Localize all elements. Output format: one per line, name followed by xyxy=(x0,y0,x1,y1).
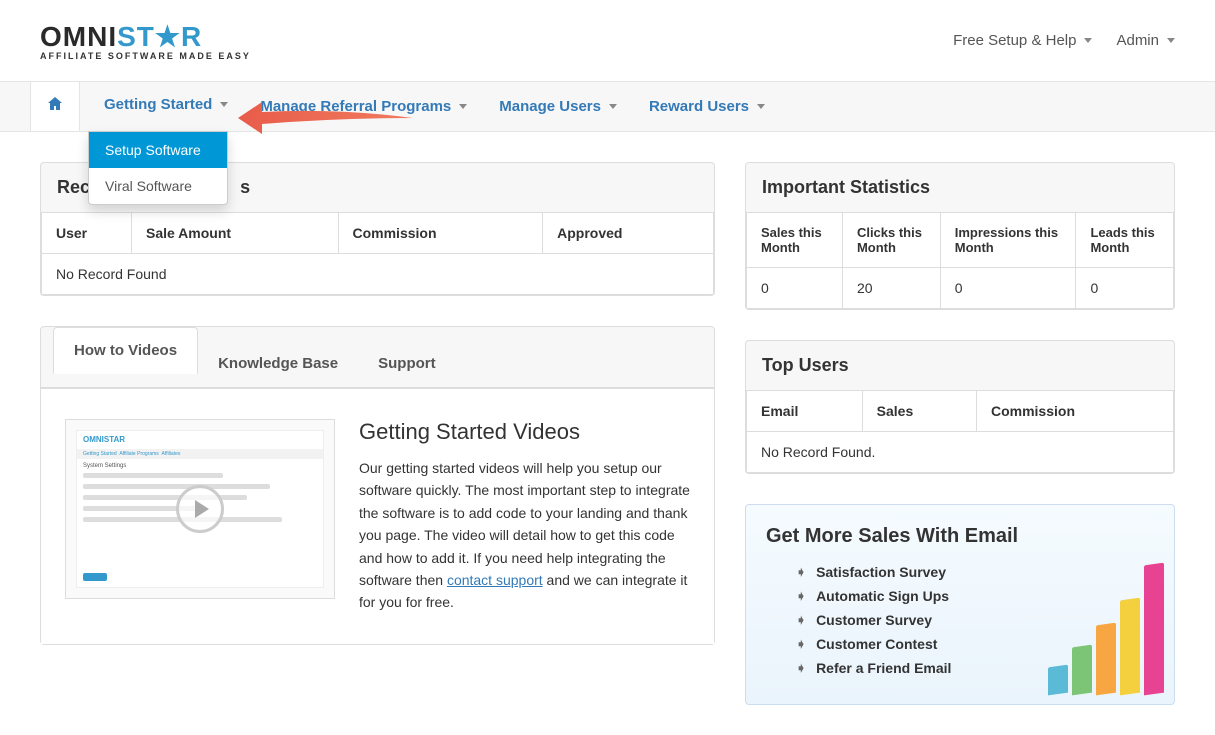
nav-getting-started-label: Getting Started xyxy=(104,96,212,113)
recent-sales-empty: No Record Found xyxy=(42,254,714,295)
col-impressions-month: Impressions this Month xyxy=(940,213,1076,268)
top-users-table: Email Sales Commission No Record Found. xyxy=(746,390,1174,473)
logo-omni: OMNI xyxy=(40,21,117,52)
val-leads: 0 xyxy=(1076,268,1174,309)
col-user: User xyxy=(42,213,132,254)
admin-menu[interactable]: Admin xyxy=(1116,32,1175,49)
top-users-empty: No Record Found. xyxy=(747,432,1174,473)
getting-started-dropdown: Setup Software Viral Software xyxy=(88,131,228,205)
nav-reward-users[interactable]: Reward Users xyxy=(633,82,781,131)
col-commission: Commission xyxy=(338,213,543,254)
col-approved: Approved xyxy=(543,213,714,254)
val-sales: 0 xyxy=(747,268,843,309)
important-stats-table: Sales this Month Clicks this Month Impre… xyxy=(746,212,1174,309)
caret-down-icon xyxy=(609,104,617,109)
nav-manage-users-label: Manage Users xyxy=(499,98,601,115)
top-users-panel: Top Users Email Sales Commission No Reco… xyxy=(745,340,1175,474)
col-sales: Sales xyxy=(862,391,976,432)
play-icon xyxy=(176,485,224,533)
tab-how-to-videos[interactable]: How to Videos xyxy=(53,327,198,374)
nav-manage-users[interactable]: Manage Users xyxy=(483,82,633,131)
arrow-right-icon: ➧ xyxy=(796,637,806,651)
nav-reward-users-label: Reward Users xyxy=(649,98,749,115)
col-clicks-month: Clicks this Month xyxy=(842,213,940,268)
logo: OMNIST★R AFFILIATE SOFTWARE MADE EASY xyxy=(40,20,251,61)
val-impressions: 0 xyxy=(940,268,1076,309)
help-tabs-panel: How to Videos Knowledge Base Support OMN… xyxy=(40,326,715,645)
contact-support-link[interactable]: contact support xyxy=(447,572,543,588)
dropdown-viral-software[interactable]: Viral Software xyxy=(89,168,227,204)
caret-down-icon xyxy=(459,104,467,109)
email-promo[interactable]: Get More Sales With Email ➧Satisfaction … xyxy=(745,504,1175,705)
video-section-body: Our getting started videos will help you… xyxy=(359,457,690,614)
important-stats-title: Important Statistics xyxy=(746,163,1174,212)
logo-star: ST★R xyxy=(117,21,202,52)
important-stats-panel: Important Statistics Sales this Month Cl… xyxy=(745,162,1175,310)
caret-down-icon xyxy=(757,104,765,109)
arrow-right-icon: ➧ xyxy=(796,613,806,627)
arrow-right-icon: ➧ xyxy=(796,589,806,603)
col-leads-month: Leads this Month xyxy=(1076,213,1174,268)
dropdown-setup-software[interactable]: Setup Software xyxy=(89,132,227,168)
nav-manage-referral-programs[interactable]: Manage Referral Programs xyxy=(244,82,483,131)
tab-knowledge-base[interactable]: Knowledge Base xyxy=(198,341,358,387)
caret-down-icon xyxy=(1167,38,1175,43)
tab-support[interactable]: Support xyxy=(358,341,456,387)
video-thumbnail[interactable]: OMNISTAR Getting Started Affiliate Progr… xyxy=(65,419,335,599)
nav-getting-started[interactable]: Getting Started xyxy=(88,82,244,127)
col-sales-month: Sales this Month xyxy=(747,213,843,268)
free-setup-help-menu[interactable]: Free Setup & Help xyxy=(953,32,1092,49)
video-section-title: Getting Started Videos xyxy=(359,419,690,445)
nav-home[interactable] xyxy=(30,81,80,131)
promo-title: Get More Sales With Email xyxy=(766,525,1154,548)
recent-sales-table: User Sale Amount Commission Approved No … xyxy=(41,212,714,295)
nav-manage-programs-label: Manage Referral Programs xyxy=(260,98,451,115)
arrow-right-icon: ➧ xyxy=(796,565,806,579)
promo-bar-chart-icon xyxy=(1048,564,1164,694)
home-icon xyxy=(47,99,63,116)
val-clicks: 20 xyxy=(842,268,940,309)
col-email: Email xyxy=(747,391,863,432)
free-setup-label: Free Setup & Help xyxy=(953,32,1076,49)
top-users-title: Top Users xyxy=(746,341,1174,390)
col-sale-amount: Sale Amount xyxy=(132,213,339,254)
arrow-right-icon: ➧ xyxy=(796,661,806,675)
col-commission: Commission xyxy=(976,391,1173,432)
caret-down-icon xyxy=(220,102,228,107)
main-nav: Getting Started Setup Software Viral Sof… xyxy=(0,81,1215,132)
caret-down-icon xyxy=(1084,38,1092,43)
admin-label: Admin xyxy=(1116,32,1159,49)
logo-tagline: AFFILIATE SOFTWARE MADE EASY xyxy=(40,51,251,61)
